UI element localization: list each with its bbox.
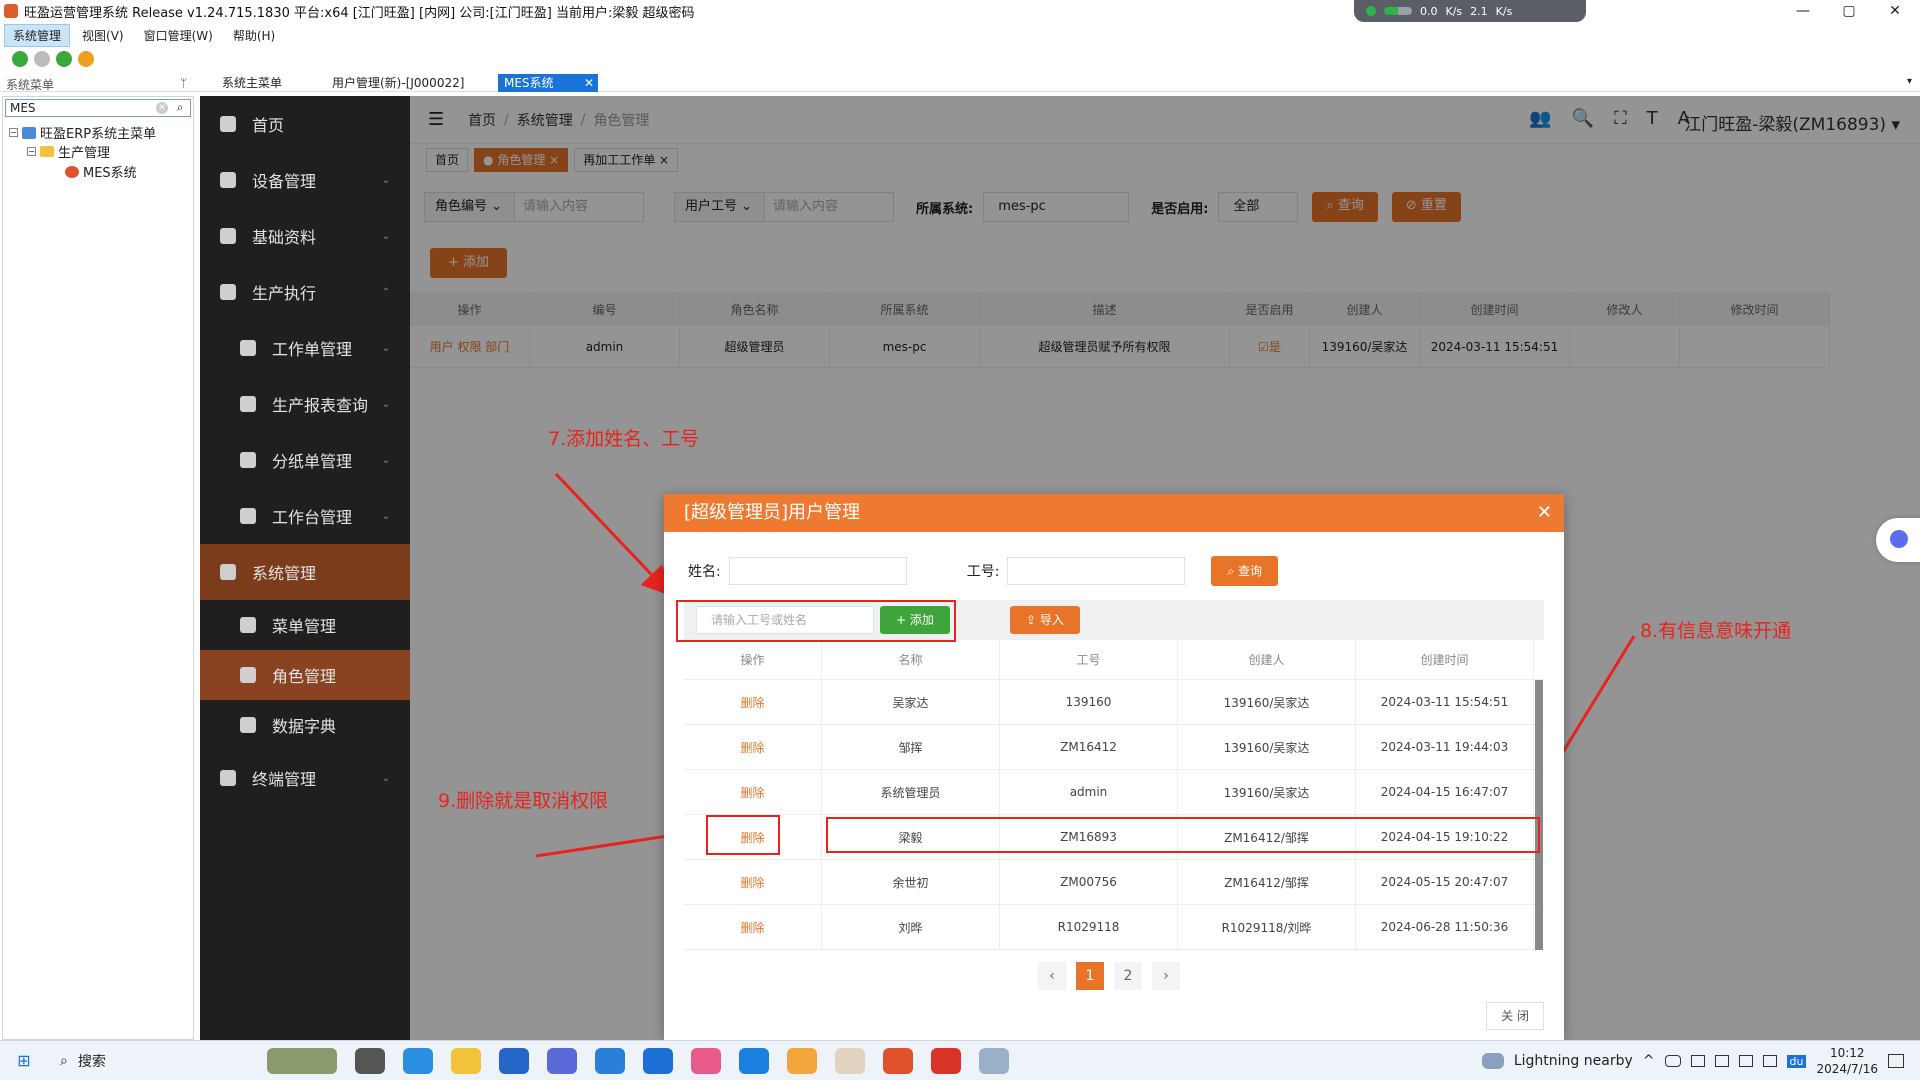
search-icon: ⌕ [60,1052,68,1069]
chat-app-icon[interactable] [787,1047,817,1074]
arrow-step-7 [554,472,673,597]
user-created-time: 2024-03-11 15:54:51 [1356,680,1534,724]
notification-icon[interactable] [1888,1054,1904,1068]
box-app-icon[interactable] [547,1047,577,1074]
user-name: 邹挥 [822,725,1000,769]
wps-icon[interactable] [931,1047,961,1074]
page-button[interactable]: 1 [1076,962,1104,990]
highlight-add-area [676,600,956,642]
lark-icon[interactable] [595,1047,625,1074]
name-label: 姓名: [688,564,721,580]
user-no: 139160 [1000,680,1178,724]
next-page-button[interactable]: › [1152,962,1180,990]
table-row: 删除 余世初 ZM00756 ZM16412/邹挥 2024-05-15 20:… [684,860,1544,905]
user-no: ZM00756 [1000,860,1178,904]
highlight-user-row [826,817,1540,853]
delete-button[interactable]: 删除 [684,905,822,949]
modal-header: [超级管理员]用户管理 ✕ [664,494,1564,532]
user-no: R1029118 [1000,905,1178,949]
user-created-time: 2024-03-11 19:44:03 [1356,725,1534,769]
tool-app-icon[interactable] [835,1047,865,1074]
user-creator: 139160/吴家达 [1178,680,1356,724]
notes-app-icon[interactable] [979,1047,1009,1074]
delete-button[interactable]: 删除 [684,860,822,904]
table-scrollbar[interactable] [1535,680,1543,950]
employee-no-input[interactable] [1007,557,1186,585]
taskbar-search[interactable]: ⌕ 搜索 [48,1045,258,1077]
user-creator: 139160/吴家达 [1178,725,1356,769]
battery-icon[interactable] [1762,1055,1777,1067]
pagination: ‹ 1 2 › [1038,962,1180,990]
name-input[interactable] [728,557,907,585]
assistant-float-button[interactable] [1876,518,1920,562]
file-explorer-icon[interactable] [451,1047,481,1074]
draw-app-icon[interactable] [691,1047,721,1074]
user-name: 系统管理员 [822,770,1000,814]
table-row: 删除 系统管理员 admin 139160/吴家达 2024-04-15 16:… [684,770,1544,815]
du-app-icon[interactable] [739,1047,769,1074]
highlight-delete [706,815,780,855]
clock-date: 2024/7/16 [1816,1062,1878,1076]
weather-text[interactable]: Lightning nearby [1514,1053,1633,1069]
user-name: 吴家达 [822,680,1000,724]
modal-title: [超级管理员]用户管理 [684,502,861,523]
clock[interactable]: 10:12 2024/7/16 [1816,1045,1878,1077]
widgets-icon[interactable] [267,1047,337,1074]
modal-query-label: 查询 [1237,564,1262,578]
user-creator: R1029118/刘晔 [1178,905,1356,949]
clock-time: 10:12 [1829,1046,1865,1060]
user-no: admin [1000,770,1178,814]
delete-button[interactable]: 删除 [684,770,822,814]
import-label: 导入 [1039,613,1064,627]
assistant-icon [1890,530,1908,548]
user-table-header: 操作 名称 工号 创建人 创建时间 [684,640,1544,680]
volume-icon[interactable] [1738,1055,1753,1067]
page-button[interactable]: 2 [1114,962,1142,990]
prev-page-button[interactable]: ‹ [1038,962,1066,990]
user-name: 余世初 [822,860,1000,904]
table-row: 删除 邹挥 ZM16412 139160/吴家达 2024-03-11 19:4… [684,725,1544,770]
taskbar: ⊞ ⌕ 搜索 Lightning nearby ^ du 10:12 2024/… [0,1040,1920,1080]
column-header: 操作 [684,640,822,679]
system-tray: Lightning nearby ^ du 10:12 2024/7/16 [1481,1041,1920,1080]
close-icon[interactable]: ✕ [1537,494,1552,532]
tray-overflow-icon[interactable]: ^ [1643,1053,1655,1069]
task-view-icon[interactable] [355,1047,385,1074]
import-button[interactable]: ⇪ 导入 [1010,606,1080,634]
user-created-time: 2024-04-15 16:47:07 [1356,770,1534,814]
user-name: 刘晔 [822,905,1000,949]
windows-start-icon[interactable]: ⊞ [0,1051,48,1070]
column-header: 创建人 [1178,640,1356,679]
modal-close-button[interactable]: 关 闭 [1486,1002,1544,1030]
employee-no-label: 工号: [966,564,1000,580]
erp-app-icon[interactable] [883,1047,913,1074]
taskbar-search-label: 搜索 [77,1053,106,1070]
user-no: ZM16412 [1000,725,1178,769]
edge-browser-icon[interactable] [403,1047,433,1074]
search-app-icon[interactable] [643,1047,673,1074]
table-row: 删除 刘晔 R1029118 R1029118/刘晔 2024-06-28 11… [684,905,1544,950]
delete-button[interactable]: 删除 [684,725,822,769]
cloud-icon[interactable] [1664,1055,1681,1067]
user-table: 操作 名称 工号 创建人 创建时间 删除 吴家达 139160 139160/吴… [684,640,1544,950]
user-created-time: 2024-06-28 11:50:36 [1356,905,1534,949]
column-header: 名称 [822,640,1000,679]
modal-query-button[interactable]: ⌕ 查询 [1211,556,1278,586]
wifi-icon[interactable] [1714,1055,1729,1067]
mail-icon[interactable] [499,1047,529,1074]
delete-button[interactable]: 删除 [684,680,822,724]
user-management-modal: [超级管理员]用户管理 ✕ 姓名: 工号: ⌕ 查询 请输入工号或姓名 + 添加… [664,494,1564,1040]
column-header: 创建时间 [1356,640,1534,679]
column-header: 工号 [1000,640,1178,679]
user-creator: 139160/吴家达 [1178,770,1356,814]
table-row: 删除 吴家达 139160 139160/吴家达 2024-03-11 15:5… [684,680,1544,725]
weather-icon [1481,1053,1504,1069]
device-icon[interactable] [1690,1055,1705,1067]
ime-icon[interactable]: du [1786,1054,1807,1068]
modal-search-form: 姓名: 工号: ⌕ 查询 [688,556,1278,586]
user-created-time: 2024-05-15 20:47:07 [1356,860,1534,904]
user-creator: ZM16412/邹挥 [1178,860,1356,904]
